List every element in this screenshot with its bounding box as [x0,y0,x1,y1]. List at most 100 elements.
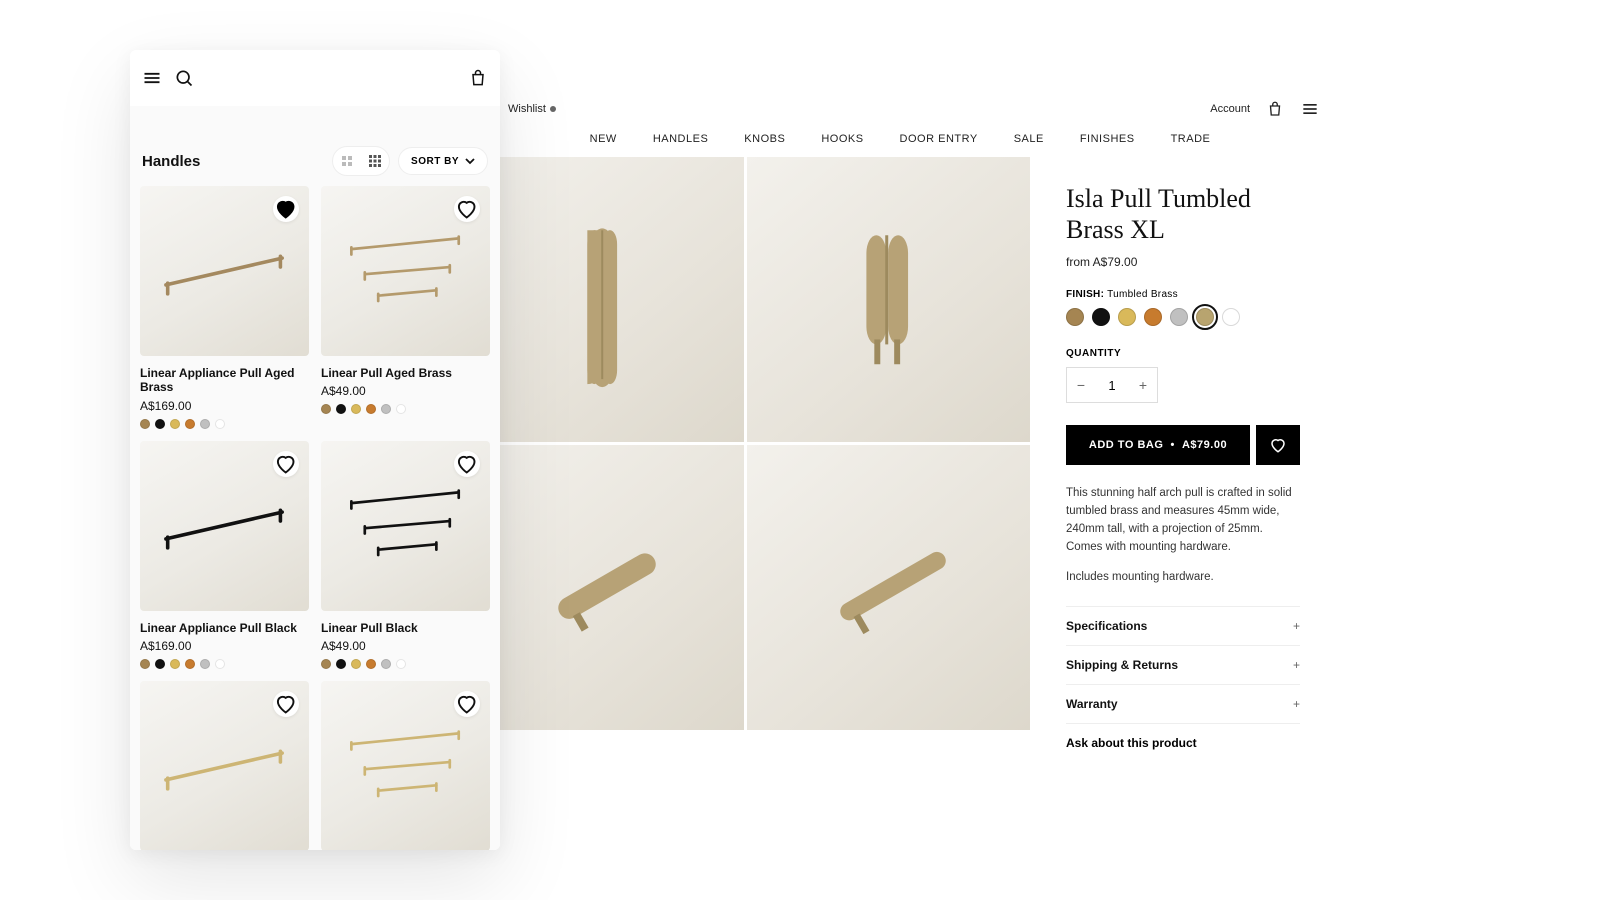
nav-item[interactable]: HOOKS [821,133,863,145]
swatch-dot[interactable] [381,659,391,669]
product-price: A$49.00 [321,384,490,398]
product-card[interactable] [140,681,309,850]
mobile-header [130,50,500,106]
accordion-item[interactable]: Specifications+ [1066,607,1300,646]
product-swatches [140,659,309,669]
nav-item[interactable]: HANDLES [653,133,708,145]
wishlist-toggle[interactable] [454,451,480,477]
swatch-dot[interactable] [336,659,346,669]
grid-view-toggle [332,146,390,176]
product-card[interactable]: Linear Appliance Pull Black A$169.00 [140,441,309,669]
swatch-dot[interactable] [185,419,195,429]
swatch-dot[interactable] [351,659,361,669]
swatch-dot[interactable] [366,404,376,414]
product-title: Isla Pull Tumbled Brass XL [1066,183,1300,245]
finish-swatch[interactable] [1092,308,1110,326]
category-title: Handles [142,153,200,170]
swatch-dot[interactable] [170,419,180,429]
chevron-down-icon [465,156,475,166]
qty-decrease-button[interactable]: − [1067,368,1095,402]
nav-item[interactable]: TRADE [1171,133,1211,145]
swatch-dot[interactable] [200,419,210,429]
product-thumbnail [140,186,309,356]
menu-icon[interactable] [142,68,162,88]
swatch-dot[interactable] [155,659,165,669]
swatch-dot[interactable] [155,419,165,429]
product-card[interactable] [321,681,490,850]
swatch-dot[interactable] [170,659,180,669]
gallery-image[interactable] [460,445,744,730]
finish-swatch[interactable] [1196,308,1214,326]
gallery-image[interactable] [460,157,744,442]
bag-icon[interactable] [468,68,488,88]
product-swatches [140,419,309,429]
swatch-dot[interactable] [396,404,406,414]
product-price: A$169.00 [140,639,309,653]
price-from: from A$79.00 [1066,255,1300,269]
finish-swatch[interactable] [1118,308,1136,326]
product-thumbnail [140,441,309,611]
nav-item[interactable]: FINISHES [1080,133,1135,145]
swatch-dot[interactable] [140,659,150,669]
product-price: A$49.00 [321,639,490,653]
wishlist-toggle[interactable] [454,691,480,717]
product-card[interactable]: Linear Appliance Pull Aged Brass A$169.0… [140,186,309,429]
search-icon[interactable] [174,68,194,88]
desktop-product-page: Wishlist Account NEW HANDLES KNOBS HOOKS… [460,95,1340,762]
gallery-image[interactable] [747,157,1031,442]
finish-swatch[interactable] [1170,308,1188,326]
nav-item[interactable]: SALE [1014,133,1044,145]
wishlist-link[interactable]: Wishlist [508,103,556,115]
plus-icon: + [1293,658,1300,672]
swatch-dot[interactable] [381,404,391,414]
swatch-dot[interactable] [185,659,195,669]
add-to-bag-button[interactable]: ADD TO BAG • A$79.00 [1066,425,1250,465]
swatch-dot[interactable] [140,419,150,429]
nav-item[interactable]: DOOR ENTRY [900,133,978,145]
wishlist-toggle[interactable] [273,196,299,222]
finish-swatches [1066,308,1300,326]
listing-controls-row: Handles SORT BY [130,106,500,186]
product-description: This stunning half arch pull is crafted … [1066,485,1300,556]
qty-increase-button[interactable]: + [1129,368,1157,402]
wishlist-toggle[interactable] [273,691,299,717]
info-accordion: Specifications+ Shipping & Returns+ Warr… [1066,606,1300,724]
wishlist-button[interactable] [1256,425,1300,465]
swatch-dot[interactable] [215,659,225,669]
product-card[interactable]: Linear Pull Black A$49.00 [321,441,490,669]
accordion-item[interactable]: Shipping & Returns+ [1066,646,1300,685]
wishlist-toggle[interactable] [454,196,480,222]
view-3col-button[interactable] [361,147,389,175]
account-link[interactable]: Account [1210,103,1250,115]
swatch-dot[interactable] [336,404,346,414]
finish-swatch[interactable] [1144,308,1162,326]
sort-button[interactable]: SORT BY [398,147,488,175]
qty-value: 1 [1095,378,1129,393]
swatch-dot[interactable] [200,659,210,669]
gallery-image[interactable] [747,445,1031,730]
product-grid: Linear Appliance Pull Aged Brass A$169.0… [130,186,500,850]
swatch-dot[interactable] [215,419,225,429]
nav-item[interactable]: KNOBS [744,133,785,145]
finish-swatch[interactable] [1222,308,1240,326]
ask-about-product-link[interactable]: Ask about this product [1066,724,1300,762]
menu-icon[interactable] [1300,99,1320,119]
nav-item[interactable]: NEW [590,133,617,145]
view-2col-button[interactable] [333,147,361,175]
product-thumbnail [140,681,309,850]
product-gallery [460,157,1030,762]
product-card[interactable]: Linear Pull Aged Brass A$49.00 [321,186,490,429]
product-swatches [321,404,490,414]
swatch-dot[interactable] [351,404,361,414]
swatch-dot[interactable] [321,659,331,669]
swatch-dot[interactable] [366,659,376,669]
quantity-stepper: − 1 + [1066,367,1158,403]
heart-icon [455,197,478,220]
accordion-item[interactable]: Warranty+ [1066,685,1300,724]
wishlist-toggle[interactable] [273,451,299,477]
finish-swatch[interactable] [1066,308,1084,326]
swatch-dot[interactable] [321,404,331,414]
swatch-dot[interactable] [396,659,406,669]
product-swatches [321,659,490,669]
bag-icon[interactable] [1266,100,1284,118]
